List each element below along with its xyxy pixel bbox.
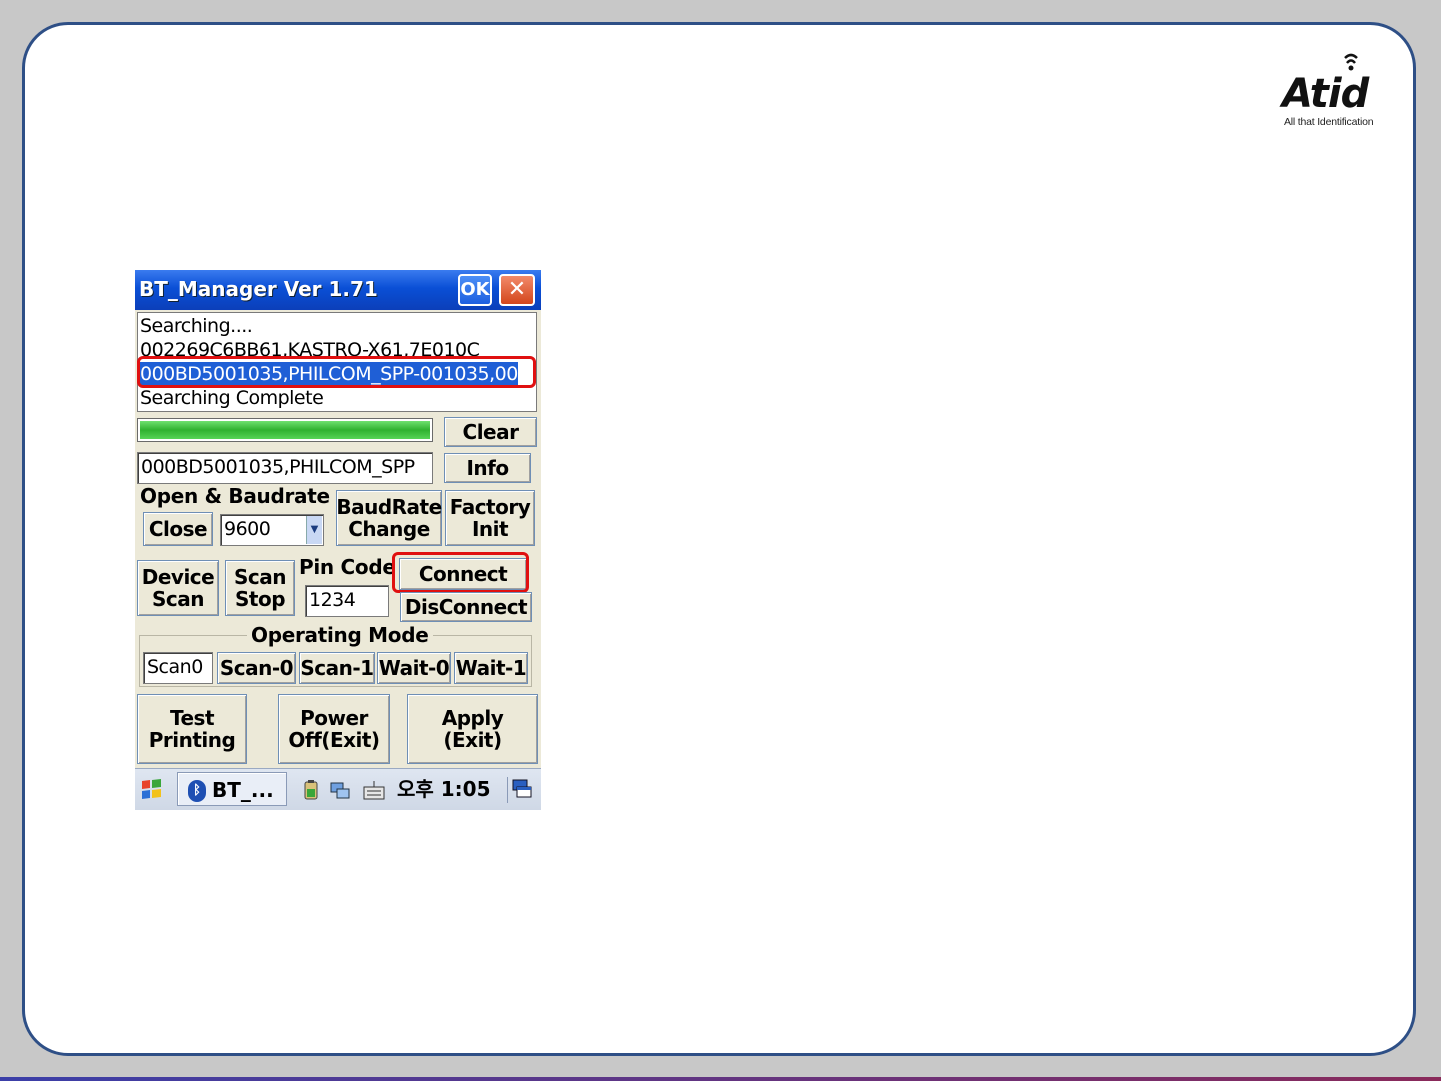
- button-label: BaudRate: [336, 495, 442, 519]
- close-icon[interactable]: ✕: [499, 274, 535, 306]
- button-label: Printing: [148, 728, 236, 752]
- progress-fill: [140, 421, 430, 439]
- keyboard-icon[interactable]: [363, 779, 385, 801]
- button-label: Device: [141, 565, 215, 589]
- device-scan-button[interactable]: Device Scan: [137, 560, 219, 616]
- button-label: Change: [348, 517, 430, 541]
- button-label: Power: [300, 706, 368, 730]
- ok-button[interactable]: OK: [458, 274, 492, 306]
- factory-init-button[interactable]: Factory Init: [445, 490, 535, 546]
- button-label: Scan: [152, 587, 205, 611]
- highlight-selected-device: [137, 356, 536, 388]
- bt-manager-window: BT_Manager Ver 1.71 OK ✕ Searching.... 0…: [135, 270, 541, 810]
- taskbar-app-label: BT_...: [212, 778, 274, 802]
- search-progress-bar: [137, 418, 433, 442]
- button-label: (Exit): [443, 728, 502, 752]
- operating-mode-field[interactable]: Scan0: [143, 652, 213, 684]
- button-label: Apply: [441, 706, 504, 730]
- taskbar: ᛒ BT_... 오후 1:05: [135, 768, 541, 810]
- windows-start-icon[interactable]: [139, 777, 165, 807]
- network-icon[interactable]: [329, 779, 350, 801]
- pin-code-label: Pin Code: [299, 555, 396, 579]
- close-port-button[interactable]: Close: [143, 512, 213, 546]
- highlight-connect-button: [392, 552, 529, 593]
- window-title: BT_Manager Ver 1.71: [139, 277, 378, 301]
- log-line[interactable]: Searching Complete: [140, 386, 324, 410]
- operating-mode-label: Operating Mode: [247, 623, 433, 647]
- scan-stop-button[interactable]: Scan Stop: [225, 560, 295, 616]
- test-printing-button[interactable]: Test Printing: [137, 694, 247, 764]
- baudrate-change-button[interactable]: BaudRate Change: [336, 490, 442, 546]
- pin-code-input[interactable]: 1234: [305, 585, 389, 617]
- apply-exit-button[interactable]: Apply (Exit): [407, 694, 538, 764]
- atid-logo: Atid All that Identification: [1282, 52, 1394, 132]
- logo-wordmark: Atid: [1282, 71, 1369, 117]
- wait-1-button[interactable]: Wait-1: [454, 652, 528, 684]
- device-address-field[interactable]: 000BD5001035,PHILCOM_SPP: [137, 452, 433, 484]
- power-off-button[interactable]: Power Off(Exit): [278, 694, 390, 764]
- button-label: Off(Exit): [288, 728, 380, 752]
- desktop-icon[interactable]: [507, 777, 534, 803]
- battery-icon[interactable]: [301, 779, 321, 801]
- bluetooth-icon: ᛒ: [188, 780, 206, 802]
- wait-0-button[interactable]: Wait-0: [377, 652, 451, 684]
- open-baudrate-label: Open & Baudrate: [140, 484, 330, 508]
- button-label: Scan: [234, 565, 287, 589]
- button-label: Factory: [449, 495, 531, 519]
- taskbar-app-button[interactable]: ᛒ BT_...: [177, 772, 287, 806]
- scan-0-button[interactable]: Scan-0: [217, 652, 296, 684]
- taskbar-clock[interactable]: 오후 1:05: [397, 775, 491, 803]
- chevron-down-icon[interactable]: ▼: [306, 516, 322, 544]
- clear-button[interactable]: Clear: [444, 417, 537, 447]
- title-bar: BT_Manager Ver 1.71 OK ✕: [135, 270, 541, 310]
- disconnect-button[interactable]: DisConnect: [400, 592, 532, 622]
- logo-tagline: All that Identification: [1284, 116, 1374, 128]
- button-label: Stop: [234, 587, 286, 611]
- scan-1-button[interactable]: Scan-1: [299, 652, 375, 684]
- log-line[interactable]: Searching....: [140, 314, 253, 338]
- button-label: Test: [169, 706, 215, 730]
- info-button[interactable]: Info: [444, 453, 531, 483]
- slide-bottom-bar: [0, 1077, 1441, 1081]
- button-label: Init: [471, 517, 509, 541]
